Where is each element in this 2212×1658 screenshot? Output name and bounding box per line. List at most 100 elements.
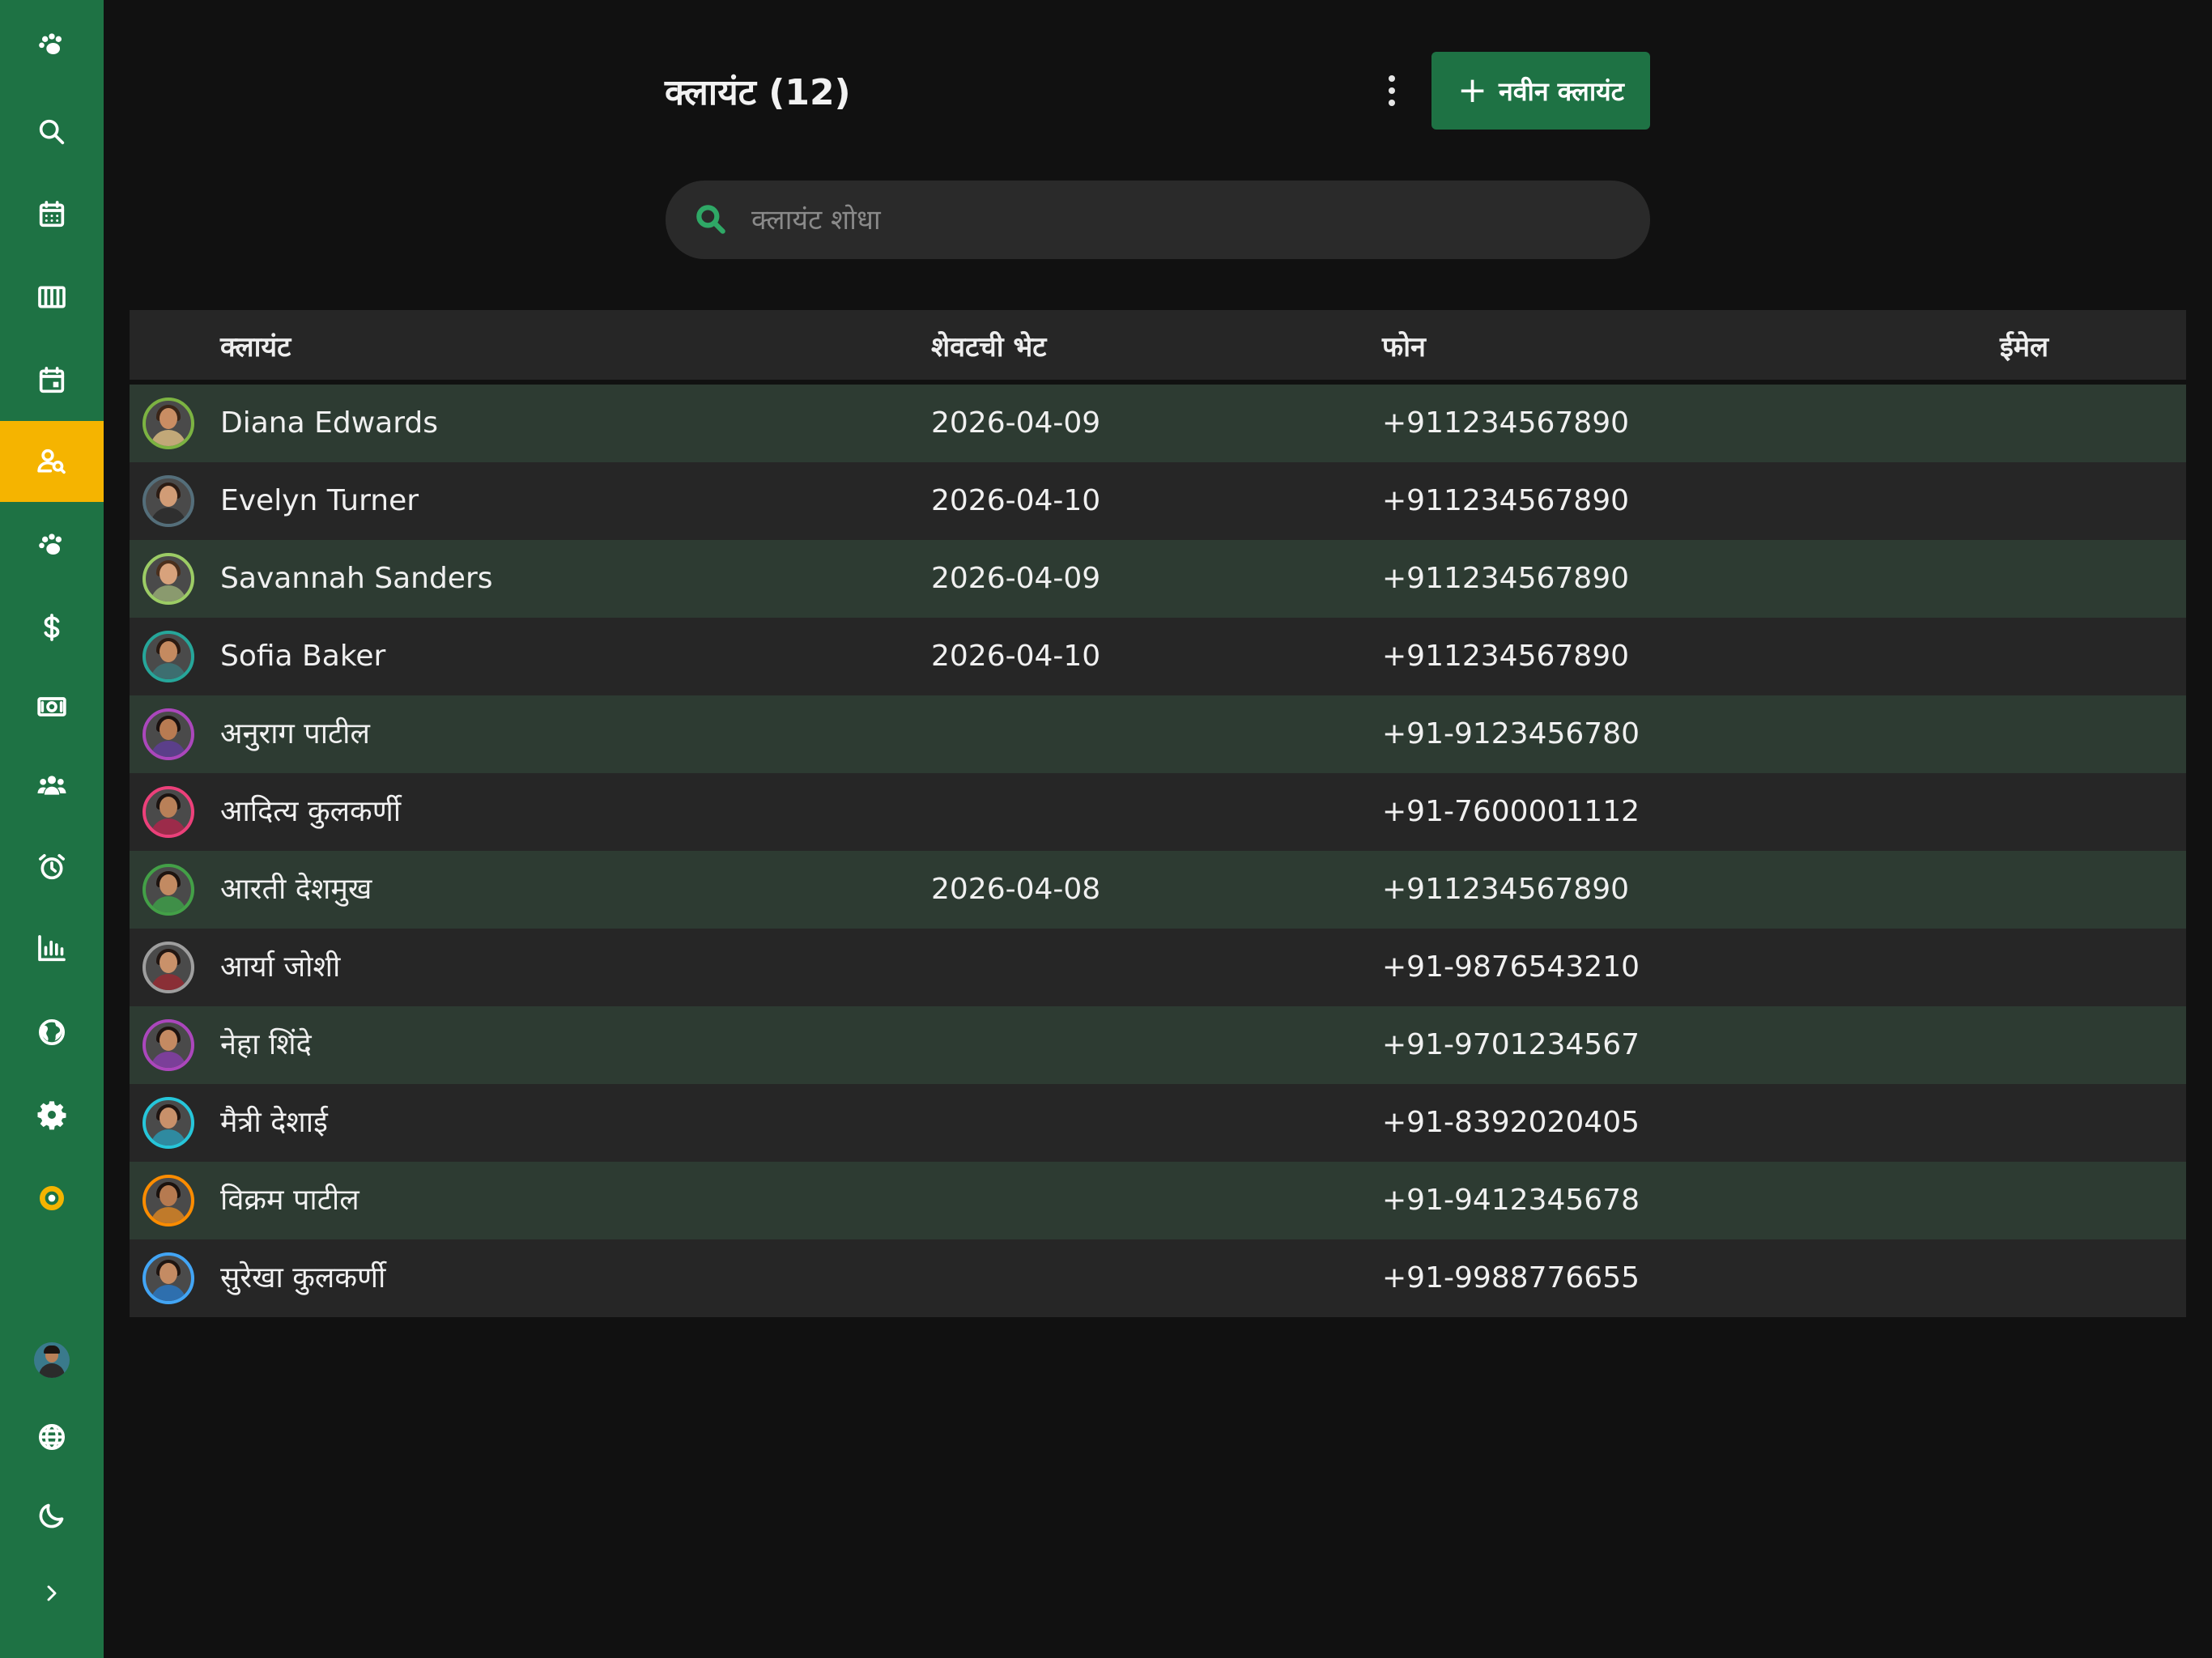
column-header-last-visit[interactable]: शेवटची भेट (931, 310, 1046, 385)
client-name: अनुराग पाटील (220, 717, 370, 750)
avatar (143, 864, 194, 916)
client-name: सुरेखा कुलकर्णी (220, 1261, 386, 1295)
language-button[interactable] (0, 1397, 104, 1477)
last-visit: 2026-04-09 (931, 562, 1101, 595)
client-name: आरती देशमुख (220, 873, 372, 906)
last-visit: 2026-04-10 (931, 484, 1101, 517)
phone: +911234567890 (1382, 406, 1630, 440)
search-bar (666, 181, 1650, 259)
column-header-client[interactable]: क्लायंट (220, 310, 291, 385)
phone: +911234567890 (1382, 484, 1630, 517)
more-options-button[interactable] (1376, 68, 1408, 113)
table-row[interactable]: Evelyn Turner 2026-04-10 +911234567890 (130, 462, 2186, 540)
columns-icon (38, 286, 66, 308)
moon-icon (39, 1503, 64, 1528)
last-visit: 2026-04-10 (931, 640, 1101, 673)
table-body: Diana Edwards 2026-04-09 +911234567890 Evel… (130, 385, 2186, 1317)
alarm-icon (39, 854, 65, 880)
avatar (143, 553, 194, 605)
sidebar-item-home[interactable] (0, 4, 104, 85)
table-row[interactable]: Savannah Sanders 2026-04-09 +911234567890 (130, 540, 2186, 618)
sidebar-item-calendar[interactable] (0, 174, 104, 255)
table-row[interactable]: आरती देशमुख 2026-04-08 +911234567890 (130, 851, 2186, 929)
kebab-dot-icon (1389, 75, 1395, 82)
table-row[interactable]: Diana Edwards 2026-04-09 +911234567890 (130, 385, 2186, 462)
sidebar-item-board[interactable] (0, 257, 104, 338)
ring-icon (40, 1186, 64, 1210)
table-header: क्लायंट शेवटची भेट फोन ईमेल (130, 310, 2186, 385)
avatar (143, 397, 194, 449)
table-row[interactable]: आर्या जोशी +91-9876543210 (130, 929, 2186, 1006)
calendar-icon (39, 201, 65, 227)
plus-icon: + (1457, 70, 1487, 111)
sidebar-item-appointments[interactable] (0, 340, 104, 421)
table-row[interactable]: Sofia Baker 2026-04-10 +911234567890 (130, 618, 2186, 695)
client-name: Evelyn Turner (220, 484, 419, 517)
search-icon (696, 205, 725, 234)
page-title: क्लायंट (12) (665, 72, 851, 113)
client-name: नेहा शिंदे (220, 1028, 312, 1061)
phone: +91-9123456780 (1382, 717, 1640, 750)
sidebar-item-pets[interactable] (0, 504, 104, 585)
phone: +911234567890 (1382, 873, 1630, 906)
kebab-dot-icon (1389, 87, 1395, 94)
table-row[interactable]: मैत्री देशाई +91-8392020405 (130, 1084, 2186, 1162)
users-icon (37, 776, 66, 795)
sidebar-item-clients[interactable] (0, 421, 104, 502)
phone: +91-9988776655 (1382, 1261, 1640, 1295)
kebab-dot-icon (1389, 100, 1395, 106)
sidebar-item-reports[interactable] (0, 908, 104, 989)
main-content: क्लायंट (12) + नवीन क्लायंट क्लायंट शेवट… (104, 0, 2212, 1658)
search-icon (39, 119, 65, 145)
client-name: Sofia Baker (220, 640, 386, 673)
avatar (143, 1019, 194, 1071)
chevron-right-icon (47, 1585, 57, 1601)
avatar (34, 1342, 70, 1378)
paw-icon (39, 33, 62, 54)
column-header-phone[interactable]: फोन (1382, 310, 1426, 385)
sidebar-item-website[interactable] (0, 992, 104, 1073)
gear-icon (37, 1101, 66, 1130)
sidebar-item-settings[interactable] (0, 1074, 104, 1155)
sidebar-item-reminders[interactable] (0, 827, 104, 908)
last-visit: 2026-04-08 (931, 873, 1101, 906)
expand-sidebar-button[interactable] (0, 1553, 104, 1634)
avatar (143, 1252, 194, 1304)
table-row[interactable]: सुरेखा कुलकर्णी +91-9988776655 (130, 1239, 2186, 1317)
last-visit: 2026-04-09 (931, 406, 1101, 440)
paw-icon (39, 534, 62, 555)
column-header-email[interactable]: ईमेल (2000, 310, 2048, 385)
phone: +91-7600001112 (1382, 795, 1640, 828)
client-name: आदित्य कुलकर्णी (220, 795, 402, 828)
table-row[interactable]: विक्रम पाटील +91-9412345678 (130, 1162, 2186, 1239)
phone: +91-8392020405 (1382, 1106, 1640, 1139)
client-search-icon (37, 449, 66, 474)
user-profile[interactable] (0, 1320, 104, 1401)
sidebar (0, 0, 104, 1658)
client-name: Diana Edwards (220, 406, 438, 440)
new-client-label: नवीन क्लायंट (1499, 75, 1624, 107)
cash-icon (37, 697, 66, 716)
table-row[interactable]: आदित्य कुलकर्णी +91-7600001112 (130, 773, 2186, 851)
client-name: विक्रम पाटील (220, 1184, 359, 1217)
sidebar-item-brand[interactable] (0, 1158, 104, 1239)
client-name: Savannah Sanders (220, 562, 493, 595)
language-globe-icon (39, 1424, 65, 1450)
sidebar-item-search[interactable] (0, 91, 104, 172)
phone: +911234567890 (1382, 562, 1630, 595)
sidebar-item-staff[interactable] (0, 745, 104, 826)
sidebar-item-payments[interactable] (0, 666, 104, 747)
avatar (143, 708, 194, 760)
clients-table: क्लायंट शेवटची भेट फोन ईमेल Diana Edward… (130, 310, 2186, 1317)
theme-toggle[interactable] (0, 1475, 104, 1556)
dollar-icon (44, 614, 60, 641)
table-row[interactable]: अनुराग पाटील +91-9123456780 (130, 695, 2186, 773)
table-row[interactable]: नेहा शिंदे +91-9701234567 (130, 1006, 2186, 1084)
phone: +91-9701234567 (1382, 1028, 1640, 1061)
sidebar-item-billing[interactable] (0, 587, 104, 668)
avatar (143, 475, 194, 527)
search-input[interactable] (751, 181, 1626, 259)
client-name: मैत्री देशाई (220, 1106, 328, 1139)
avatar (143, 942, 194, 993)
new-client-button[interactable]: + नवीन क्लायंट (1431, 52, 1650, 130)
